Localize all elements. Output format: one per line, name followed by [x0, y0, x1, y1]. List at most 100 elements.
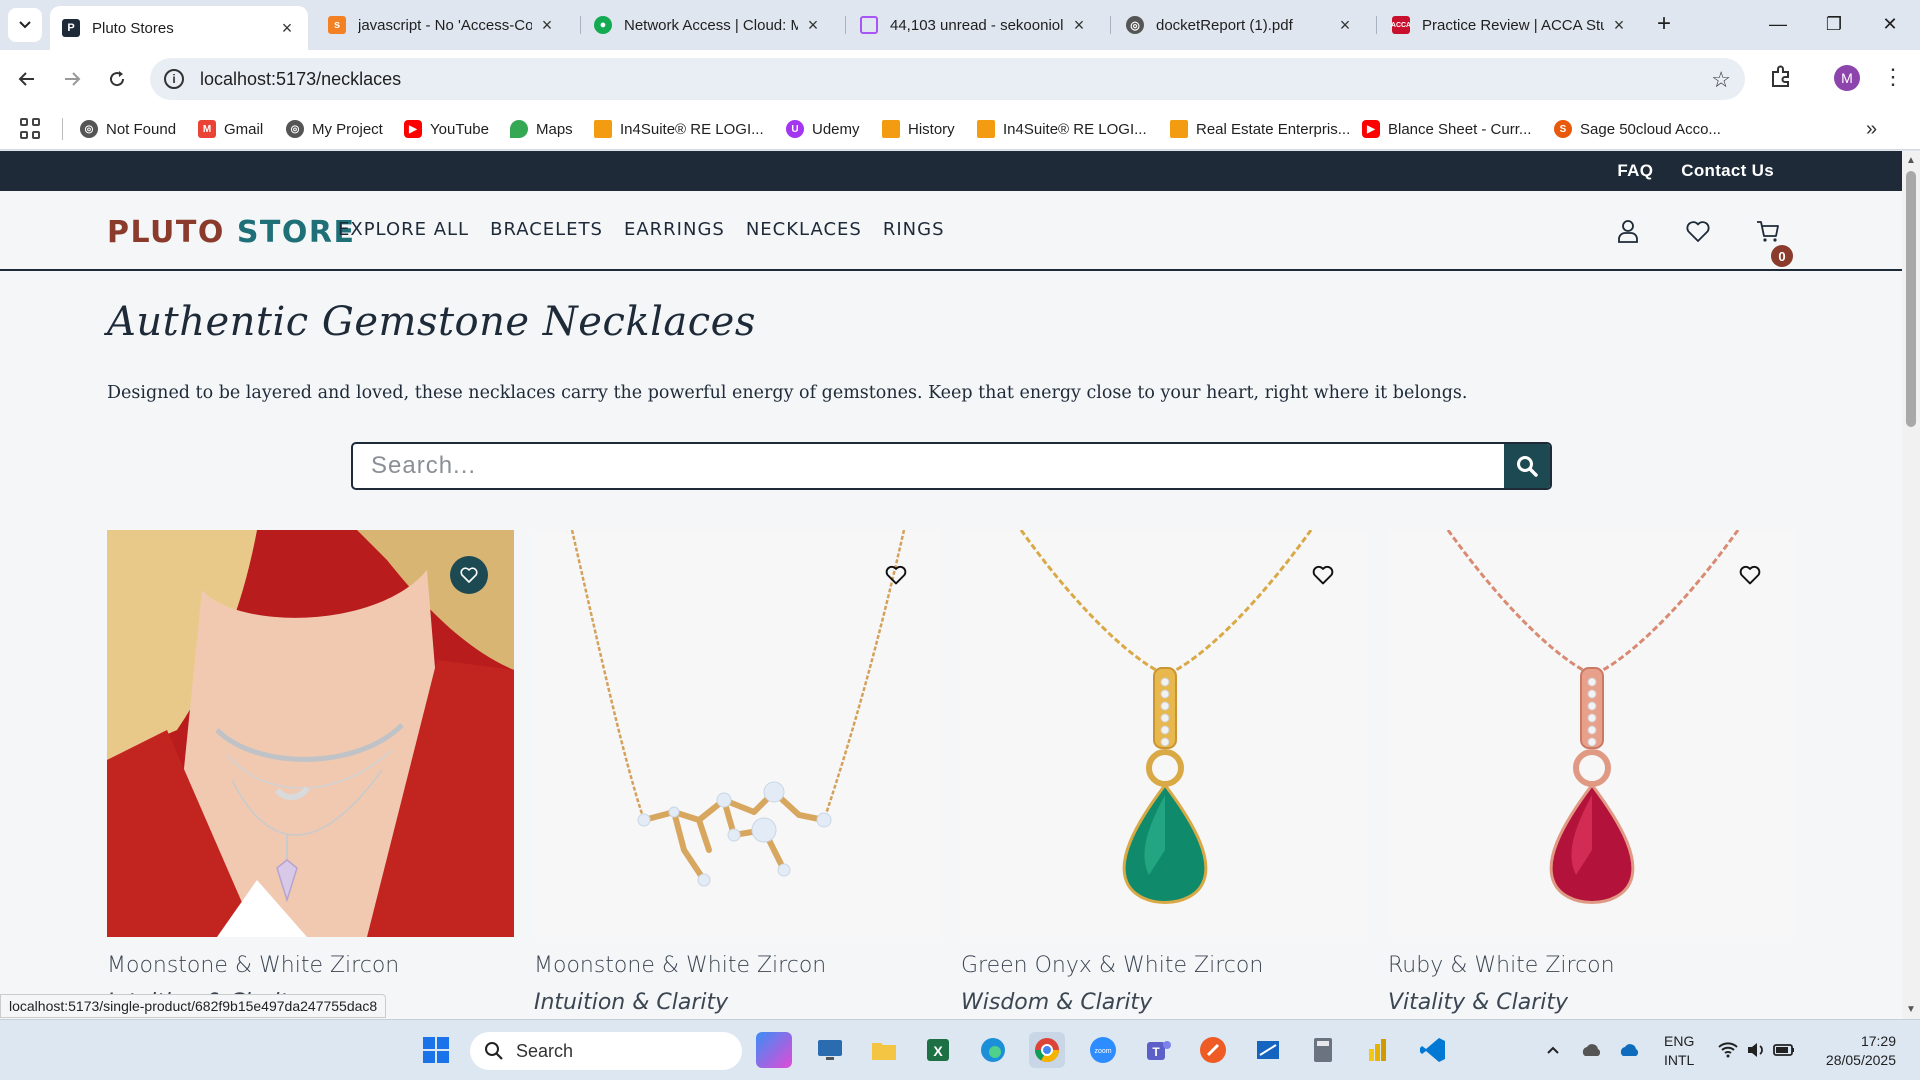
product-search	[351, 442, 1552, 490]
close-tab-icon[interactable]: ×	[1336, 15, 1354, 35]
close-tab-icon[interactable]: ×	[1610, 15, 1628, 35]
product-name[interactable]: Moonstone & White Zircon	[107, 953, 514, 978]
product-card[interactable]: Ruby & White Zircon Vitality & Clarity	[1388, 530, 1795, 1015]
favorite-button[interactable]	[1304, 556, 1342, 594]
teams-icon[interactable]: T	[1140, 1032, 1176, 1068]
windows-start-icon[interactable]	[418, 1032, 454, 1068]
tray-chevron-up-icon[interactable]	[1535, 1032, 1571, 1068]
minimize-button[interactable]: —	[1750, 0, 1806, 48]
edge-icon[interactable]	[975, 1032, 1011, 1068]
vscode-icon[interactable]	[1415, 1032, 1451, 1068]
reload-button[interactable]	[100, 62, 134, 96]
extensions-icon[interactable]	[1767, 62, 1795, 90]
profile-avatar[interactable]: M	[1834, 65, 1860, 91]
product-name[interactable]: Ruby & White Zircon	[1388, 953, 1795, 978]
favorite-button[interactable]	[1731, 556, 1769, 594]
product-card[interactable]: Moonstone & White Zircon Intuition & Cla…	[534, 530, 941, 1015]
excel-icon[interactable]: X	[920, 1032, 956, 1068]
product-name[interactable]: Green Onyx & White Zircon	[961, 953, 1368, 978]
product-image[interactable]	[107, 530, 514, 937]
site-info-icon[interactable]: i	[164, 69, 184, 89]
file-explorer-icon[interactable]	[866, 1032, 902, 1068]
address-bar[interactable]: i localhost:5173/necklaces ☆	[150, 58, 1745, 100]
bookmark-sage[interactable]: S Sage 50cloud Acco...	[1554, 117, 1721, 141]
nav-necklaces[interactable]: NECKLACES	[746, 219, 862, 240]
search-button[interactable]	[1504, 444, 1550, 488]
close-tab-icon[interactable]: ×	[538, 15, 556, 35]
scroll-down-icon[interactable]: ▼	[1906, 1004, 1916, 1015]
product-card[interactable]: Moonstone & White Zircon Intuition & Cla…	[107, 530, 514, 1015]
bookmark-label: Gmail	[224, 120, 264, 138]
tab-search-button[interactable]	[8, 8, 42, 42]
bookmark-gmail[interactable]: M Gmail	[198, 117, 263, 141]
nav-explore-all[interactable]: EXPLORE ALL	[338, 219, 469, 240]
contact-link[interactable]: Contact Us	[1681, 161, 1774, 181]
product-image[interactable]	[534, 530, 941, 937]
tab-javascript[interactable]: s javascript - No 'Access-Co ×	[316, 6, 568, 44]
bookmark-in4suite-1[interactable]: In4Suite® RE LOGI...	[594, 117, 764, 141]
bookmark-udemy[interactable]: U Udemy	[786, 117, 860, 141]
tab-separator	[845, 16, 846, 34]
bookmark-youtube[interactable]: ▶ YouTube	[404, 117, 489, 141]
user-icon[interactable]	[1614, 217, 1642, 245]
bookmark-history[interactable]: History	[882, 117, 955, 141]
chrome-icon[interactable]	[1029, 1032, 1065, 1068]
tab-pluto-stores[interactable]: P Pluto Stores ×	[50, 6, 308, 50]
remote-app-icon[interactable]	[1250, 1032, 1286, 1068]
power-bi-icon[interactable]	[1360, 1032, 1396, 1068]
scroll-up-icon[interactable]: ▲	[1906, 155, 1916, 166]
remote-desktop-icon[interactable]	[812, 1032, 848, 1068]
store-logo[interactable]: PLUTO STORE	[107, 215, 356, 250]
bookmarks-overflow-icon[interactable]: »	[1866, 118, 1877, 141]
heart-icon	[1312, 565, 1334, 585]
page-scrollbar[interactable]: ▲ ▼	[1902, 151, 1920, 1019]
input-language[interactable]: ENG INTL	[1664, 1032, 1694, 1070]
faq-link[interactable]: FAQ	[1617, 161, 1653, 181]
bookmark-my-project[interactable]: ◎ My Project	[286, 117, 383, 141]
close-window-button[interactable]: ✕	[1862, 0, 1918, 48]
copilot-icon[interactable]	[756, 1032, 792, 1068]
nav-earrings[interactable]: EARRINGS	[624, 219, 725, 240]
close-tab-icon[interactable]: ×	[1070, 15, 1088, 35]
menu-kebab-icon[interactable]: ⋮	[1882, 64, 1904, 90]
bookmark-balance-sheet[interactable]: ▶ Blance Sheet - Curr...	[1362, 117, 1531, 141]
close-tab-icon[interactable]: ×	[278, 18, 296, 38]
bookmark-not-found[interactable]: ◎ Not Found	[80, 117, 176, 141]
restore-button[interactable]: ❐	[1806, 0, 1862, 48]
bookmark-in4suite-2[interactable]: In4Suite® RE LOGI...	[977, 117, 1147, 141]
onedrive-icon[interactable]	[1574, 1032, 1610, 1068]
tab-docket-report[interactable]: ◎ docketReport (1).pdf ×	[1114, 6, 1366, 44]
nav-rings[interactable]: RINGS	[883, 219, 945, 240]
search-input[interactable]	[353, 444, 1504, 488]
apps-grid-icon[interactable]	[20, 118, 42, 140]
system-clock[interactable]: 17:29 28/05/2025	[1816, 1032, 1896, 1070]
tab-mail[interactable]: 44,103 unread - sekooniol ×	[848, 6, 1100, 44]
bookmark-real-estate[interactable]: Real Estate Enterpris...	[1170, 117, 1350, 141]
close-tab-icon[interactable]: ×	[804, 15, 822, 35]
product-name[interactable]: Moonstone & White Zircon	[534, 953, 941, 978]
battery-icon[interactable]	[1766, 1032, 1802, 1068]
favorite-button[interactable]	[450, 556, 488, 594]
back-button[interactable]	[10, 62, 44, 96]
product-image[interactable]	[961, 530, 1368, 937]
forward-button[interactable]	[55, 62, 89, 96]
product-card[interactable]: Green Onyx & White Zircon Wisdom & Clari…	[961, 530, 1368, 1015]
new-tab-button[interactable]: +	[1650, 10, 1678, 38]
zoom-icon[interactable]: zoom	[1085, 1032, 1121, 1068]
product-image[interactable]	[1388, 530, 1795, 937]
bookmark-maps[interactable]: Maps	[510, 117, 573, 141]
tab-acca[interactable]: ACCA Practice Review | ACCA Stu ×	[1380, 6, 1640, 44]
tab-network-access[interactable]: ● Network Access | Cloud: M ×	[582, 6, 834, 44]
scrollbar-thumb[interactable]	[1906, 171, 1916, 427]
bookmark-label: Blance Sheet - Curr...	[1388, 120, 1532, 138]
onedrive-business-icon[interactable]	[1612, 1032, 1648, 1068]
taskbar-search[interactable]: Search	[470, 1032, 742, 1070]
cart-icon[interactable]	[1754, 217, 1782, 245]
nav-bracelets[interactable]: BRACELETS	[490, 219, 603, 240]
favorite-button[interactable]	[877, 556, 915, 594]
calculator-icon[interactable]	[1305, 1032, 1341, 1068]
wishlist-heart-icon[interactable]	[1684, 217, 1712, 245]
bookmark-star-icon[interactable]: ☆	[1711, 67, 1731, 93]
postman-icon[interactable]	[1195, 1032, 1231, 1068]
svg-text:T: T	[1152, 1045, 1160, 1059]
